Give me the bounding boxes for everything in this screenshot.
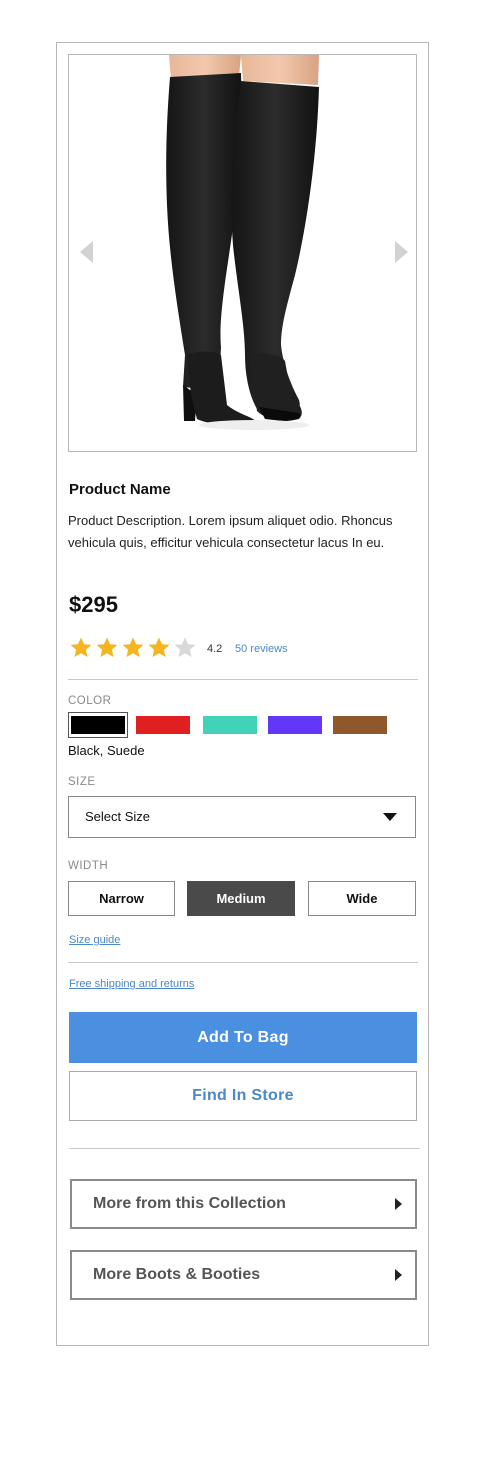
width-option-wide[interactable]: Wide <box>308 881 416 916</box>
chevron-right-icon <box>395 1269 402 1281</box>
color-swatch[interactable] <box>268 716 322 734</box>
add-to-bag-button[interactable]: Add To Bag <box>69 1012 417 1063</box>
divider <box>68 679 418 680</box>
chevron-right-icon[interactable] <box>395 241 408 263</box>
reviews-link[interactable]: 50 reviews <box>235 643 288 655</box>
star-empty-icon <box>174 637 196 657</box>
size-label: SIZE <box>68 776 96 788</box>
free-shipping-link[interactable]: Free shipping and returns <box>69 978 194 990</box>
accordion-more-from-collection[interactable]: More from this Collection <box>70 1179 417 1229</box>
size-select-value: Select Size <box>85 809 151 824</box>
color-swatch[interactable] <box>333 716 387 734</box>
color-label: COLOR <box>68 695 112 707</box>
rating-value: 4.2 <box>207 643 223 655</box>
color-swatch[interactable] <box>136 716 190 734</box>
chevron-left-icon[interactable] <box>80 241 93 263</box>
chevron-down-icon <box>383 813 397 821</box>
size-guide-link[interactable]: Size guide <box>69 934 120 946</box>
color-swatch[interactable] <box>203 716 257 734</box>
product-image-gallery[interactable] <box>68 54 417 452</box>
accordion-label: More from this Collection <box>93 1195 286 1212</box>
product-image <box>166 55 319 430</box>
star-rating <box>68 636 198 660</box>
product-name: Product Name <box>69 481 171 498</box>
accordion-more-boots[interactable]: More Boots & Booties <box>70 1250 417 1300</box>
color-swatch[interactable] <box>71 716 125 734</box>
divider <box>68 962 418 963</box>
accordion-label: More Boots & Booties <box>93 1266 261 1283</box>
chevron-right-icon <box>395 1198 402 1210</box>
star-filled-icon <box>148 637 170 657</box>
width-label: WIDTH <box>68 860 109 872</box>
star-filled-icon <box>70 637 92 657</box>
product-price: $295 <box>69 592 118 617</box>
find-in-store-button[interactable]: Find In Store <box>69 1071 417 1121</box>
star-filled-icon <box>96 637 118 657</box>
selected-color-name: Black, Suede <box>68 743 145 758</box>
size-select[interactable]: Select Size <box>68 796 416 838</box>
star-filled-icon <box>122 637 144 657</box>
width-option-narrow[interactable]: Narrow <box>68 881 175 916</box>
divider <box>69 1148 420 1149</box>
width-option-medium[interactable]: Medium <box>187 881 295 916</box>
product-description: Product Description. Lorem ipsum aliquet… <box>68 513 393 550</box>
